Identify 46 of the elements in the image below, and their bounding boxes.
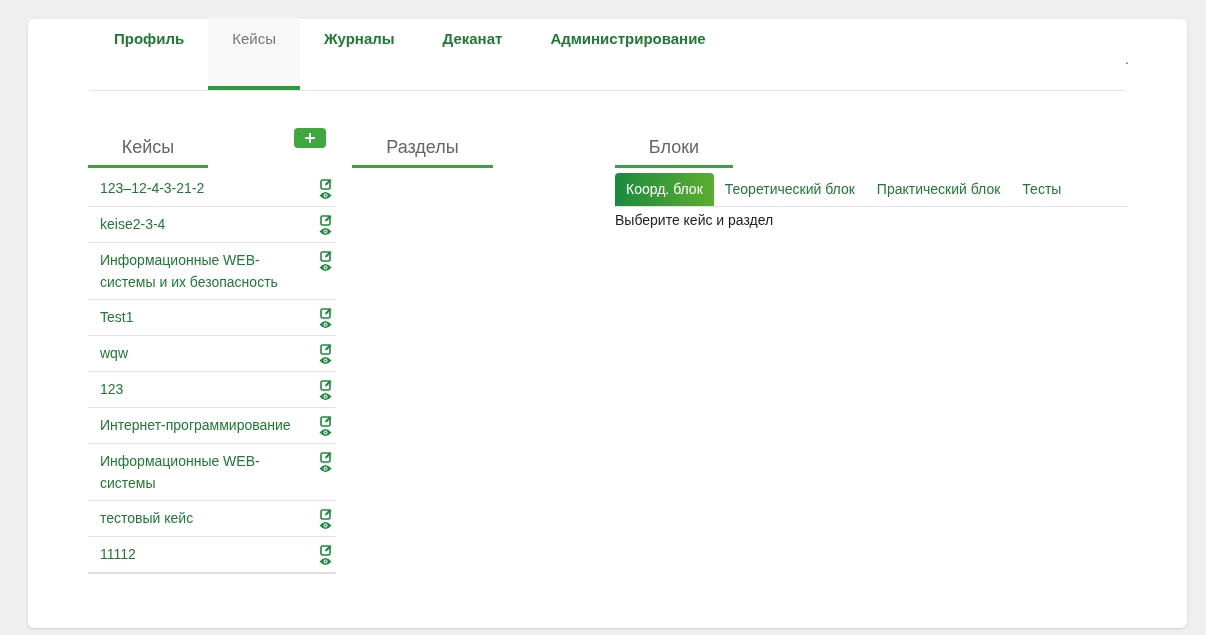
edit-icon[interactable] [319, 415, 332, 427]
case-link[interactable]: Информационные WEB-системы и их безопасность [100, 249, 308, 293]
hint-text: Выберите кейс и раздел [615, 211, 775, 230]
eye-icon[interactable] [319, 356, 332, 365]
column-heading: Разделы [352, 134, 493, 168]
edit-icon[interactable] [319, 307, 332, 319]
case-link[interactable]: Интернет-программирование [100, 414, 308, 437]
case-link[interactable]: keise2-3-4 [100, 213, 308, 236]
edit-icon[interactable] [319, 379, 332, 391]
eye-icon[interactable] [319, 320, 332, 329]
block-tab[interactable]: Коорд. блок [615, 173, 714, 206]
column-heading: Кейсы [88, 134, 208, 168]
case-link[interactable]: Информационные WEB-системы [100, 450, 308, 494]
nav-tab[interactable]: Деканат [418, 18, 527, 90]
case-link[interactable]: 123–12-4-3-21-2 [100, 177, 308, 200]
edit-icon[interactable] [319, 214, 332, 226]
nav-tab[interactable]: Кейсы [208, 18, 300, 90]
eye-icon[interactable] [319, 227, 332, 236]
plus-icon [305, 133, 315, 143]
case-link[interactable]: 11112 [100, 543, 308, 566]
corner-text: . [1125, 50, 1129, 69]
block-tab[interactable]: Практический блок [865, 173, 1012, 206]
edit-icon[interactable] [319, 544, 332, 556]
edit-icon[interactable] [319, 451, 332, 463]
eye-icon[interactable] [319, 557, 332, 566]
nav-tab[interactable]: Журналы [299, 18, 419, 90]
block-tab[interactable]: Тесты [1011, 173, 1073, 206]
add-button[interactable] [294, 128, 326, 148]
edit-icon[interactable] [319, 250, 332, 262]
edit-icon[interactable] [319, 343, 332, 355]
case-link[interactable]: 123 [100, 378, 308, 401]
case-link[interactable]: Test1 [100, 306, 308, 329]
nav-tab[interactable]: Администрирование [526, 18, 730, 90]
eye-icon[interactable] [319, 191, 332, 200]
edit-icon[interactable] [319, 508, 332, 520]
case-link[interactable]: wqw [100, 342, 308, 365]
eye-icon[interactable] [319, 392, 332, 401]
edit-icon[interactable] [319, 178, 332, 190]
eye-icon[interactable] [319, 464, 332, 473]
column-heading: Блоки [615, 134, 733, 168]
block-tab[interactable]: Теоретический блок [713, 173, 866, 206]
case-link[interactable]: тестовый кейс [100, 507, 308, 530]
nav-tab[interactable]: Профиль [90, 18, 209, 90]
eye-icon[interactable] [319, 521, 332, 530]
eye-icon[interactable] [319, 263, 332, 272]
eye-icon[interactable] [319, 428, 332, 437]
